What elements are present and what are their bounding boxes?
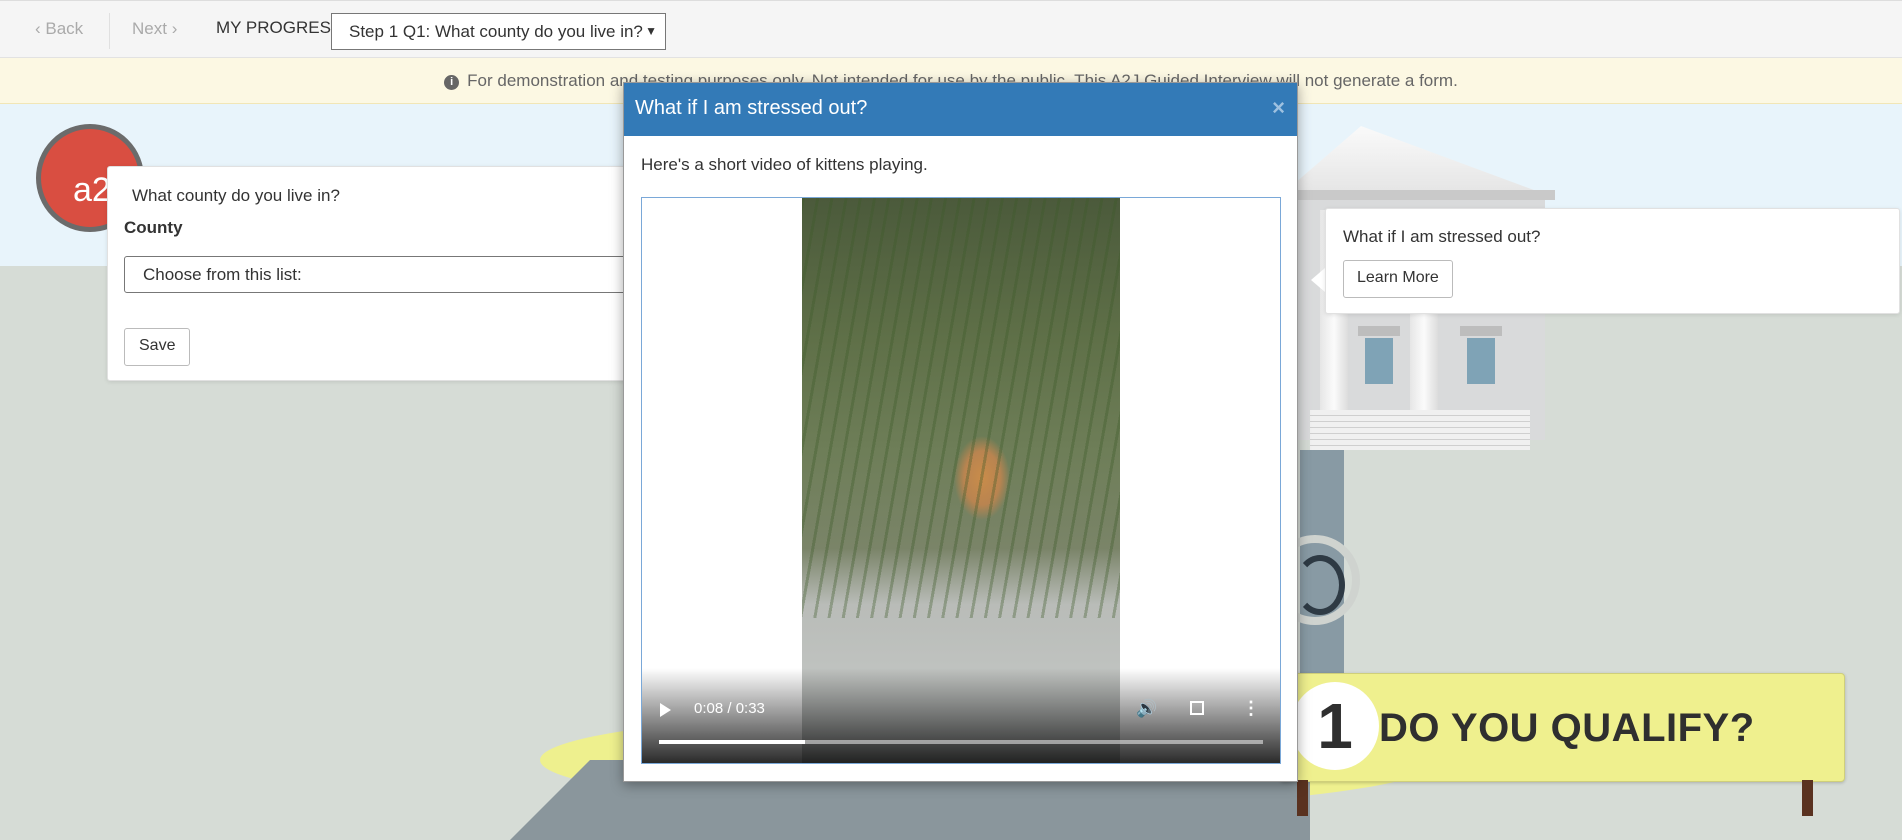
more-options-icon[interactable]: ⋮ <box>1242 699 1260 717</box>
learn-more-question: What if I am stressed out? <box>1343 227 1541 246</box>
question-text: What county do you live in? <box>132 186 340 205</box>
learn-more-button[interactable]: Learn More <box>1343 260 1453 298</box>
volume-icon[interactable]: 🔊 <box>1136 699 1157 719</box>
fullscreen-icon[interactable] <box>1190 701 1204 715</box>
step-title: DO YOU QUALIFY? <box>1379 706 1755 750</box>
back-button[interactable]: ‹ Back <box>35 19 83 39</box>
courthouse-window <box>1467 338 1495 384</box>
video-player[interactable]: 0:08 / 0:33 🔊 ⋮ <box>641 197 1281 764</box>
modal-title: What if I am stressed out? <box>635 97 868 119</box>
next-button[interactable]: Next › <box>132 19 177 39</box>
question-card: What county do you live in? County Choos… <box>107 166 644 381</box>
back-label: Back <box>45 19 84 38</box>
step-banner[interactable]: 1 DO YOU QUALIFY? <box>1280 673 1845 782</box>
top-nav-bar: ‹ Back Next › MY PROGRESS: Step 1 Q1: Wh… <box>0 0 1902 58</box>
courthouse-eave <box>1270 190 1555 200</box>
courthouse-window <box>1365 338 1393 384</box>
video-time: 0:08 / 0:33 <box>694 700 765 717</box>
progress-select-value: Step 1 Q1: What county do you live in? <box>349 22 643 41</box>
callout-arrow <box>1311 268 1325 292</box>
step-number: 1 <box>1291 682 1379 770</box>
modal-body-text: Here's a short video of kittens playing. <box>641 155 928 174</box>
county-label: County <box>124 218 183 237</box>
courthouse-steps <box>1310 410 1530 450</box>
banner-leg <box>1802 780 1813 816</box>
nav-divider <box>109 13 110 49</box>
save-button[interactable]: Save <box>124 328 191 366</box>
close-icon[interactable]: × <box>1272 97 1285 119</box>
county-select[interactable]: Choose from this list: <box>124 256 644 293</box>
banner-leg <box>1297 780 1308 816</box>
play-icon[interactable] <box>660 703 671 717</box>
wheel-hub <box>1295 555 1345 615</box>
video-grass-overlay <box>802 198 1120 618</box>
window-cap <box>1358 326 1400 336</box>
video-seek-progress <box>659 740 806 744</box>
progress-label: MY PROGRESS: <box>216 18 347 37</box>
learn-more-modal: What if I am stressed out? × Here's a sh… <box>623 82 1298 782</box>
learn-more-card: What if I am stressed out? Learn More <box>1325 208 1900 314</box>
video-seek-bar[interactable] <box>659 740 1263 744</box>
modal-header: What if I am stressed out? × <box>624 83 1297 136</box>
courthouse-roof <box>1280 126 1550 196</box>
window-cap <box>1460 326 1502 336</box>
progress-select[interactable]: Step 1 Q1: What county do you live in? ▼ <box>331 13 666 50</box>
caret-down-icon: ▼ <box>645 24 657 38</box>
info-icon: i <box>444 75 460 90</box>
next-label: Next <box>132 19 167 38</box>
